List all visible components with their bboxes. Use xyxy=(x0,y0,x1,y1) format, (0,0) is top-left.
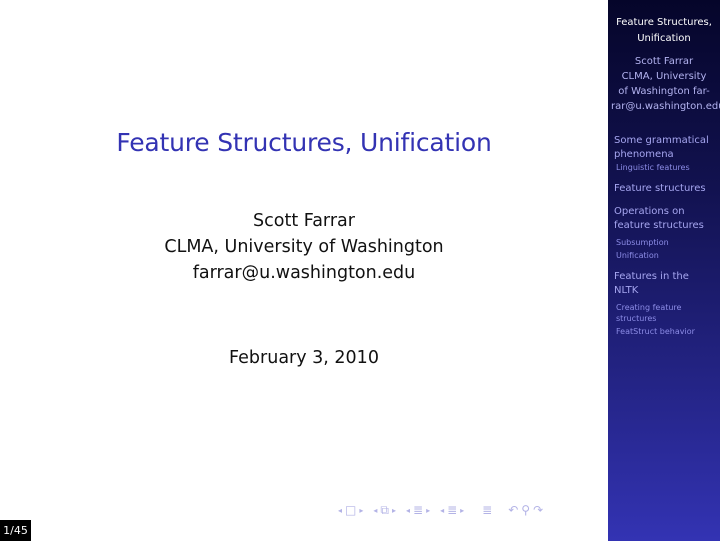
next-section-arrow[interactable]: ▸ xyxy=(426,506,430,515)
redo-icon[interactable]: ↷ xyxy=(533,503,543,517)
sidebar-toc: Some grammatical phenomena Linguistic fe… xyxy=(614,134,720,337)
presentation-date: February 3, 2010 xyxy=(229,348,379,368)
sidebar-subsection-subsumption[interactable]: Subsumption xyxy=(614,237,720,248)
sidebar-title[interactable]: Feature Structures, Unification xyxy=(608,15,720,47)
document-icon[interactable]: ≣ xyxy=(447,503,457,517)
sidebar-subsection-featstruct-behavior[interactable]: FeatStruct behavior xyxy=(614,326,720,337)
sidebar-section-grammatical-phenomena[interactable]: Some grammatical phenomena xyxy=(614,134,720,162)
sidebar-title-line: Unification xyxy=(637,33,691,44)
sidebar-section-operations[interactable]: Operations on feature structures xyxy=(614,205,720,233)
frame-icon[interactable]: □ xyxy=(345,503,356,517)
sidebar: Feature Structures, Unification Scott Fa… xyxy=(608,0,720,541)
section-nav: ◂ ≣ ▸ xyxy=(406,503,430,517)
subsection-label: structures xyxy=(616,314,657,323)
sidebar-subsection-linguistic-features[interactable]: Linguistic features xyxy=(614,162,720,173)
appendix-icon[interactable]: ≣ xyxy=(482,503,492,517)
prev-doc-arrow[interactable]: ◂ xyxy=(440,506,444,515)
undo-icon[interactable]: ↶ xyxy=(508,503,518,517)
search-nav: ↶ ⚲ ↷ xyxy=(508,503,543,517)
prev-subsection-arrow[interactable]: ◂ xyxy=(373,506,377,515)
section-label: Features in the xyxy=(614,271,689,282)
sidebar-author: Scott Farrar CLMA, University of Washing… xyxy=(608,54,720,114)
presentation-title: Feature Structures, Unification xyxy=(116,128,492,157)
section-label: feature structures xyxy=(614,220,704,231)
author-name: Scott Farrar xyxy=(253,211,355,231)
sidebar-author-line: CLMA, University xyxy=(621,71,707,82)
author-block: Scott Farrar CLMA, University of Washing… xyxy=(0,208,608,286)
sidebar-author-line: of Washington far- xyxy=(618,86,710,97)
prev-frame-arrow[interactable]: ◂ xyxy=(338,506,342,515)
sidebar-subsection-creating-feature-structures[interactable]: Creating feature structures xyxy=(614,302,720,324)
prev-section-arrow[interactable]: ◂ xyxy=(406,506,410,515)
sidebar-title-line: Feature Structures, xyxy=(616,17,712,28)
sidebar-subsection-unification[interactable]: Unification xyxy=(614,250,720,261)
subsection-icon[interactable]: ⧉ xyxy=(380,503,389,518)
sidebar-author-line: rar@u.washington.edu xyxy=(611,101,720,112)
next-frame-arrow[interactable]: ▸ xyxy=(359,506,363,515)
author-affiliation: CLMA, University of Washington xyxy=(164,237,444,257)
beamer-navigation-bar: ◂ □ ▸ ◂ ⧉ ▸ ◂ ≣ ▸ ◂ ≣ ▸ ≣ ↶ ⚲ ↷ xyxy=(338,502,553,518)
section-label: NLTK xyxy=(614,285,639,296)
frame-nav: ◂ □ ▸ xyxy=(338,503,363,517)
search-icon[interactable]: ⚲ xyxy=(521,503,530,517)
slide-content: Feature Structures, Unification Scott Fa… xyxy=(0,0,608,541)
subsection-nav: ◂ ⧉ ▸ xyxy=(373,503,396,518)
section-label: phenomena xyxy=(614,149,674,160)
sidebar-author-line: Scott Farrar xyxy=(634,56,694,67)
next-subsection-arrow[interactable]: ▸ xyxy=(392,506,396,515)
document-nav: ◂ ≣ ▸ xyxy=(440,503,464,517)
sidebar-section-nltk[interactable]: Features in the NLTK xyxy=(614,270,720,298)
section-icon[interactable]: ≣ xyxy=(413,503,423,517)
sidebar-section-feature-structures[interactable]: Feature structures xyxy=(614,182,720,196)
page-indicator: 1/45 xyxy=(0,520,31,541)
section-label: Operations on xyxy=(614,206,685,217)
appendix-nav: ≣ xyxy=(482,503,492,517)
section-label: Some grammatical xyxy=(614,135,709,146)
subsection-label: Creating feature xyxy=(616,303,682,312)
author-email: farrar@u.washington.edu xyxy=(192,263,416,283)
next-doc-arrow[interactable]: ▸ xyxy=(460,506,464,515)
